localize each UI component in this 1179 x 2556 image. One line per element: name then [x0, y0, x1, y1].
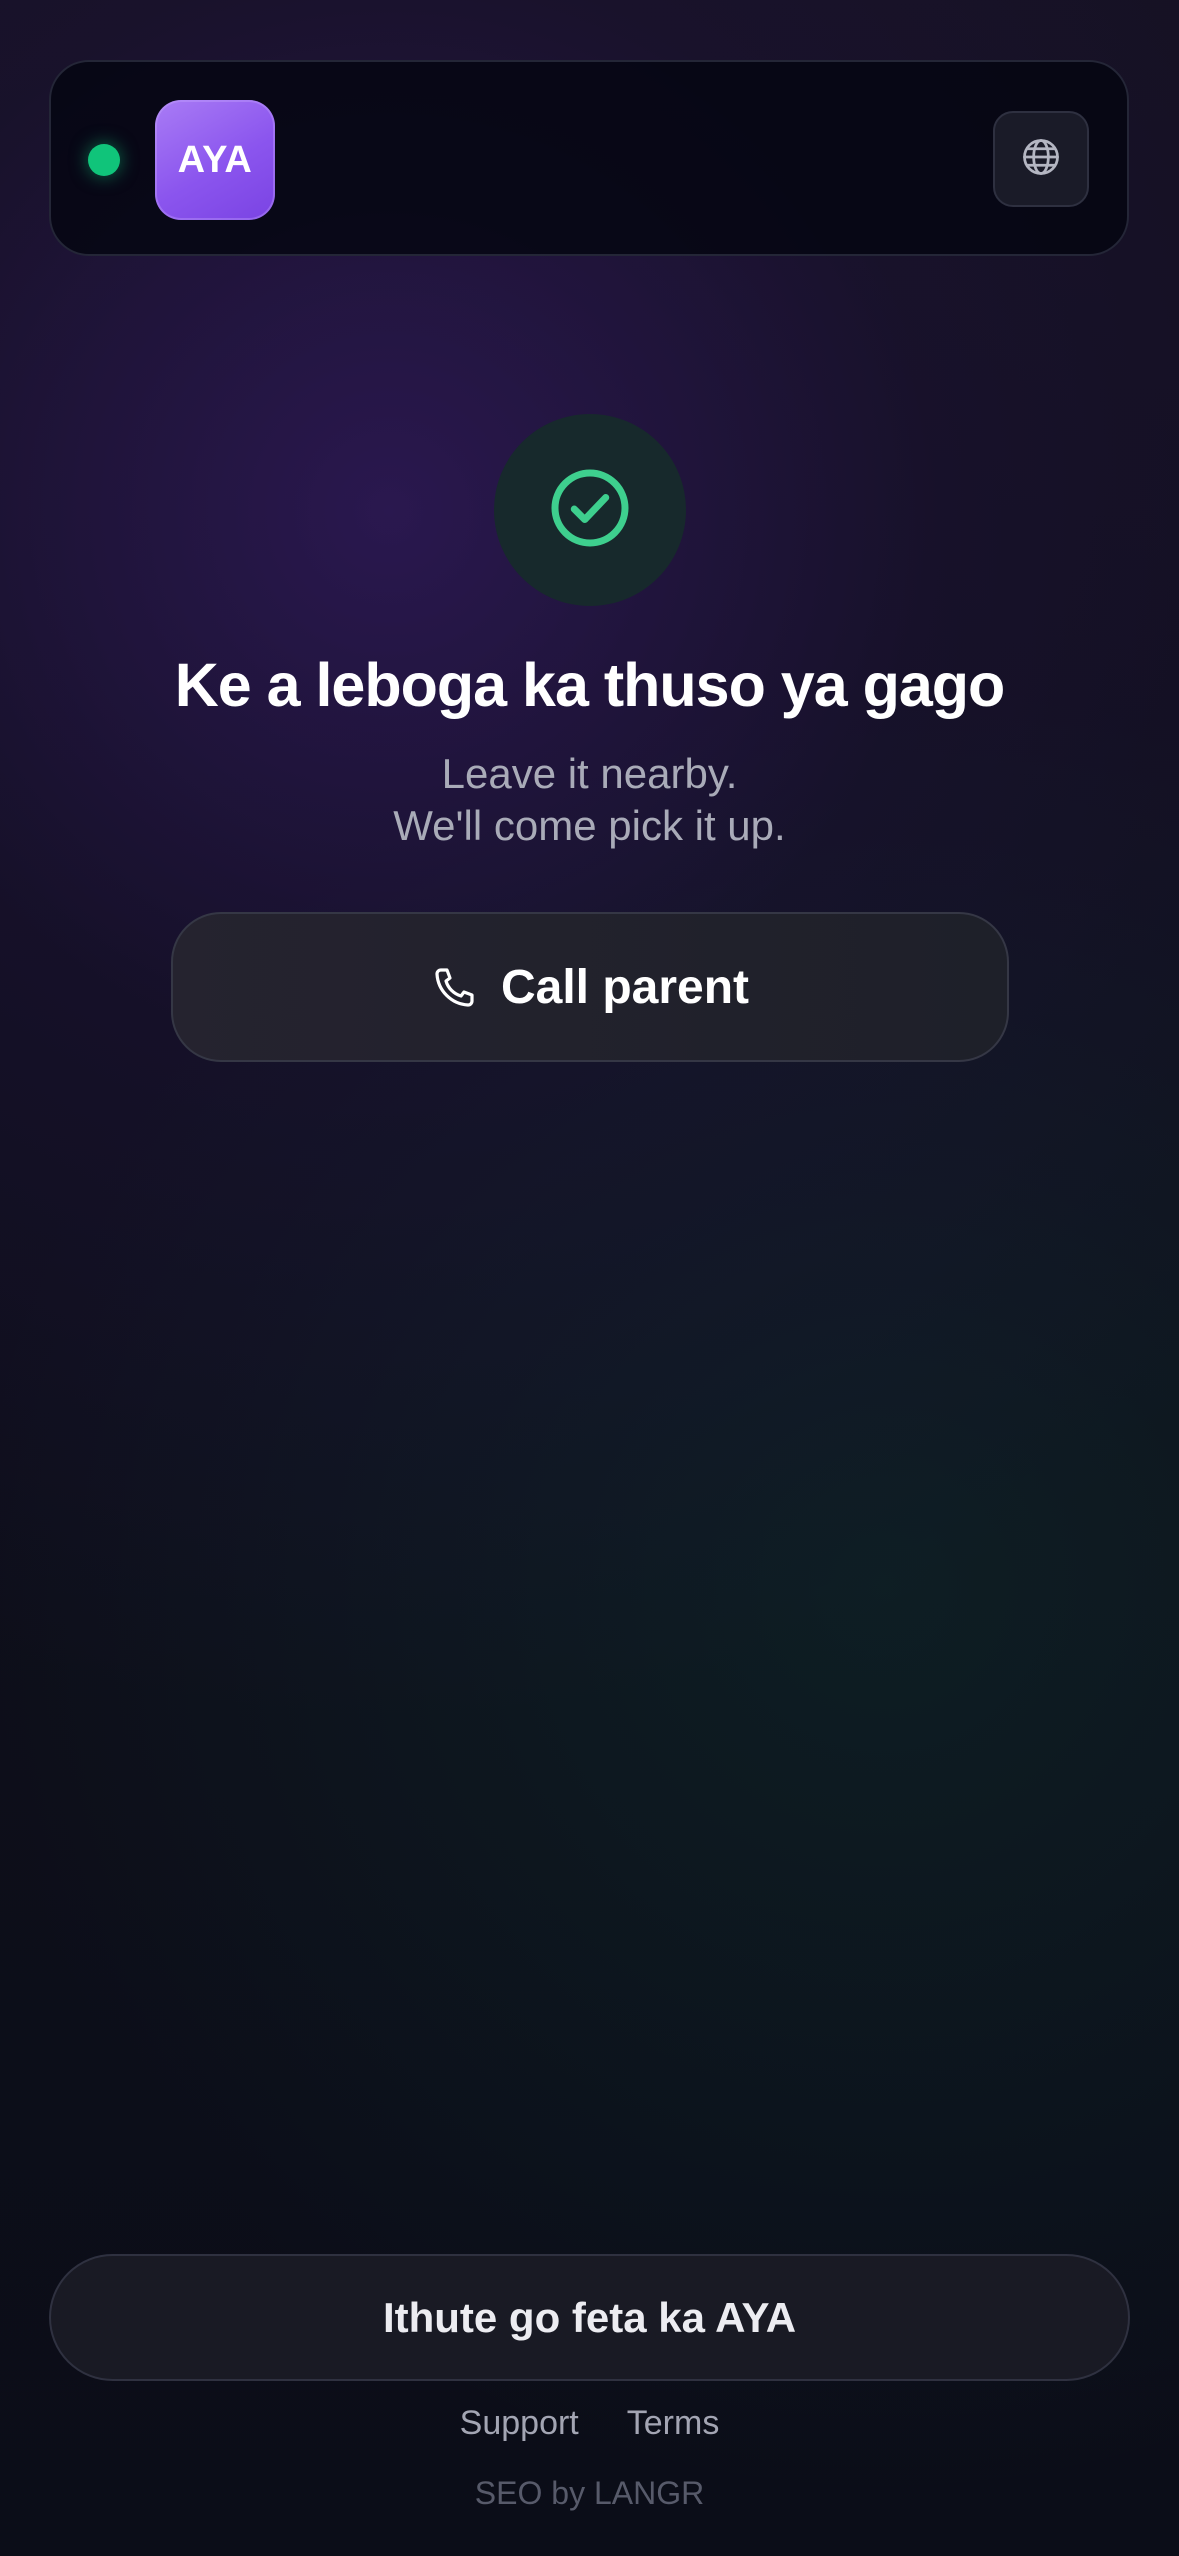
subtitle-line-1: Leave it nearby.: [441, 750, 738, 797]
success-badge: [494, 414, 686, 606]
app-logo: AYA: [155, 100, 275, 220]
top-bar: AYA: [49, 60, 1129, 256]
phone-icon: [431, 963, 479, 1011]
call-parent-label: Call parent: [500, 960, 750, 1014]
page-subtitle: Leave it nearby. We'll come pick it up.: [0, 748, 1179, 852]
learn-more-label: Ithute go feta ka AYA: [382, 2293, 797, 2341]
call-parent-button[interactable]: Call parent: [171, 912, 1009, 1062]
learn-more-button[interactable]: Ithute go feta ka AYA: [49, 2254, 1130, 2381]
language-button[interactable]: [993, 111, 1089, 207]
check-circle-icon: [548, 466, 632, 555]
globe-icon: [1019, 135, 1063, 184]
support-link[interactable]: Support: [460, 2404, 579, 2443]
logo-text: AYA: [177, 138, 253, 181]
status-indicator: [88, 144, 120, 176]
credit-text: SEO by LANGR: [474, 2475, 705, 2511]
terms-link[interactable]: Terms: [627, 2404, 720, 2443]
page-title: Ke a leboga ka thuso ya gago: [174, 651, 1006, 719]
background: [0, 0, 1179, 2556]
subtitle-line-2: We'll come pick it up.: [393, 802, 786, 849]
footer-links: Support Terms: [0, 2404, 1179, 2443]
